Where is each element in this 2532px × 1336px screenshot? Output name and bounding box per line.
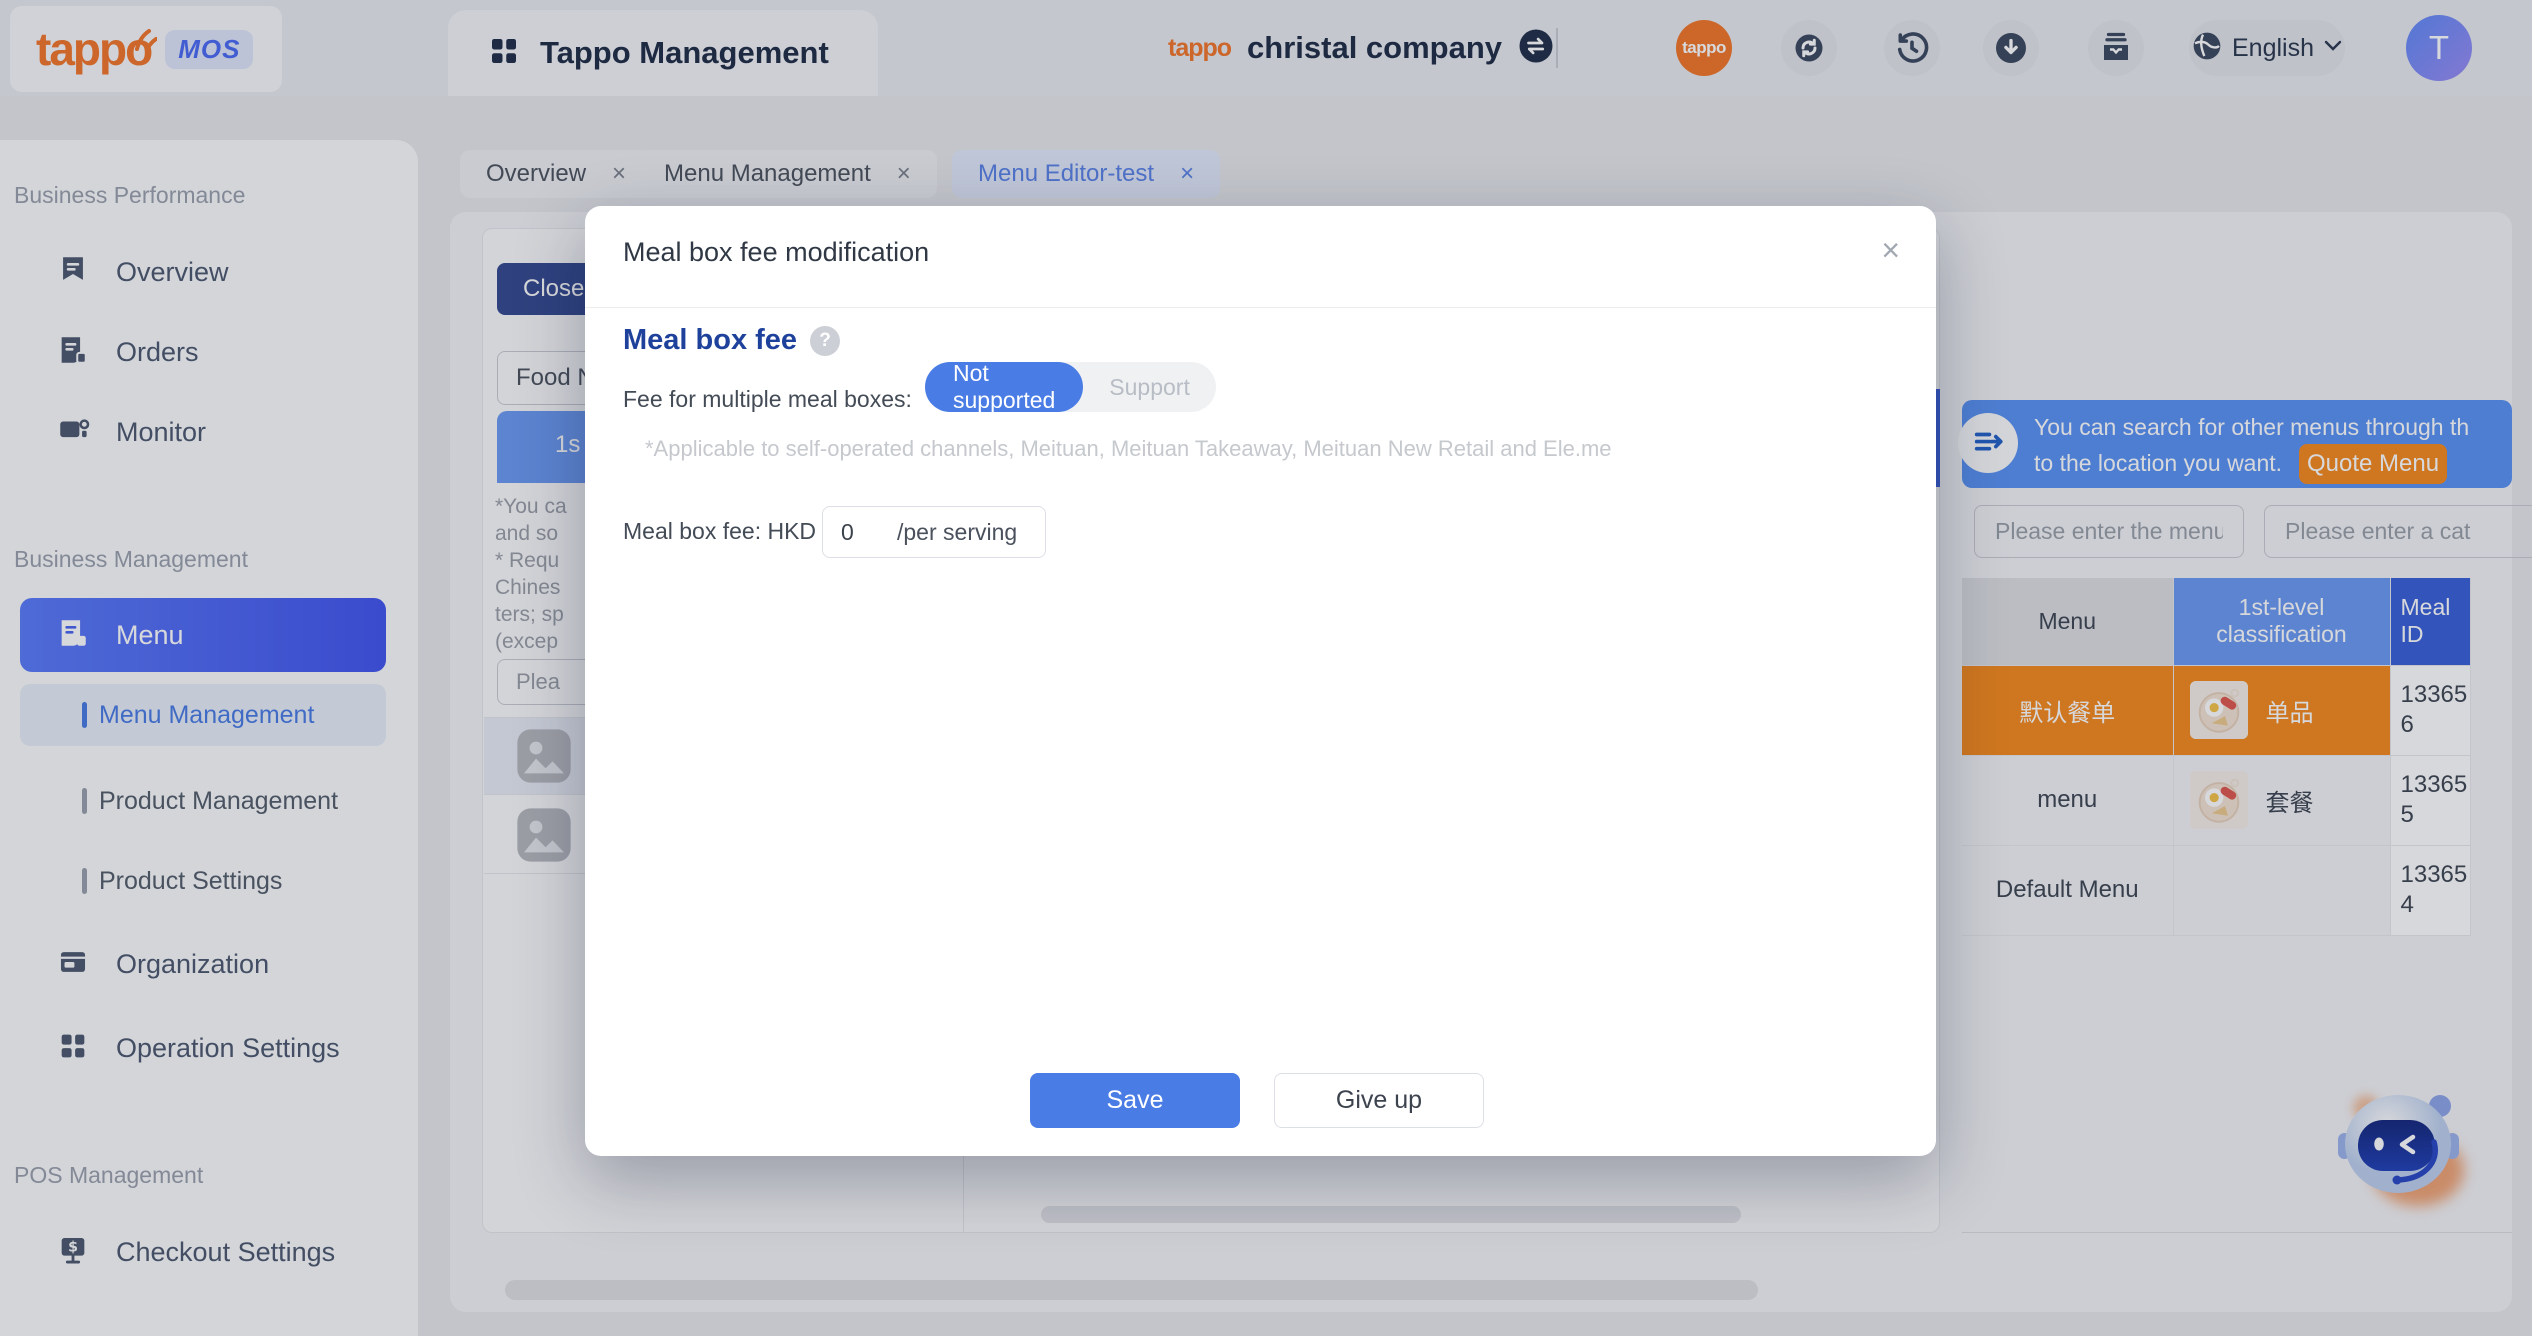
dialog-title: Meal box fee modification: [623, 237, 929, 268]
dialog-header-divider: [585, 307, 1936, 308]
fee-input-group[interactable]: /per serving: [822, 506, 1046, 558]
give-up-button[interactable]: Give up: [1274, 1073, 1484, 1128]
applicability-note: *Applicable to self-operated channels, M…: [645, 436, 1612, 462]
meal-box-fee-heading: Meal box fee ?: [623, 324, 840, 357]
fee-label: Meal box fee: HKD: [623, 518, 816, 545]
toggle-label: Fee for multiple meal boxes:: [623, 386, 912, 413]
fee-value-input[interactable]: [823, 519, 885, 546]
save-button[interactable]: Save: [1030, 1073, 1240, 1128]
help-icon[interactable]: ?: [810, 326, 840, 356]
meal-box-fee-dialog: Meal box fee modification × Meal box fee…: [585, 206, 1936, 1156]
app-root: tappo MOS Tappo Management tappo christa…: [0, 0, 2532, 1336]
option-not-supported[interactable]: Not supported: [925, 362, 1083, 412]
support-toggle[interactable]: Not supported Support: [925, 362, 1216, 412]
option-support[interactable]: Support: [1083, 374, 1216, 401]
dialog-close-icon[interactable]: ×: [1881, 234, 1900, 266]
meal-box-fee-heading-text: Meal box fee: [623, 324, 797, 357]
fee-suffix: /per serving: [897, 519, 1017, 546]
